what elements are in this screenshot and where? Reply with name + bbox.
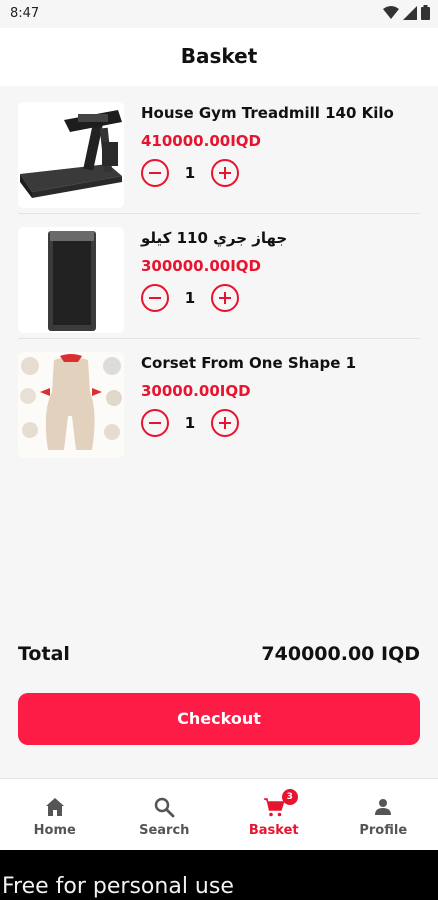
total-row: Total 740000.00 IQD [18, 643, 420, 665]
nav-item-profile[interactable]: Profile [329, 779, 438, 850]
home-icon [45, 798, 64, 816]
corset-image [18, 352, 124, 458]
nav-label: Home [33, 823, 76, 838]
page-title: Basket [180, 44, 258, 68]
treadmill-image [18, 102, 124, 208]
status-icons [383, 5, 430, 20]
nav-label: Basket [248, 823, 299, 838]
total-label: Total [18, 643, 70, 665]
quantity-value: 1 [184, 289, 196, 307]
nav-item-search[interactable]: Search [110, 779, 220, 850]
total-value: 740000.00 IQD [261, 643, 420, 665]
basket-item: Corset From One Shape 1 30000.00IQD 1 [0, 338, 438, 463]
item-name[interactable]: House Gym Treadmill 140 Kilo [141, 104, 394, 122]
item-price: 30000.00IQD [141, 382, 251, 400]
item-name[interactable]: Corset From One Shape 1 [141, 354, 356, 372]
checkout-button[interactable]: Checkout [18, 693, 420, 745]
quantity-value: 1 [184, 164, 196, 182]
plus-button[interactable] [211, 284, 239, 312]
nav-label: Search [139, 823, 190, 838]
status-bar: 8:47 [0, 0, 438, 28]
search-icon [155, 797, 175, 818]
battery-icon [421, 5, 430, 20]
minus-button[interactable] [141, 159, 169, 187]
minus-button[interactable] [141, 409, 169, 437]
item-price: 300000.00IQD [141, 257, 261, 275]
plus-button[interactable] [211, 159, 239, 187]
item-name[interactable]: جهاز جري 110 كيلو [141, 229, 287, 247]
nav-label: Profile [359, 823, 408, 838]
app-bar: Basket [0, 28, 438, 86]
item-price: 410000.00IQD [141, 132, 261, 150]
minus-button[interactable] [141, 284, 169, 312]
nav-item-basket[interactable]: 3 Basket [219, 779, 329, 850]
cart-count-badge: 3 [281, 789, 298, 805]
watermark: Free for personal use [2, 874, 234, 899]
basket-item: جهاز جري 110 كيلو 300000.00IQD 1 [0, 213, 438, 338]
signal-icon [403, 5, 417, 20]
quantity-stepper: 1 [141, 158, 239, 188]
person-icon [375, 799, 392, 815]
quantity-stepper: 1 [141, 283, 239, 313]
nav-item-home[interactable]: Home [0, 779, 110, 850]
bottom-nav: Home Search 3 Basket Profile [0, 778, 438, 850]
plus-button[interactable] [211, 409, 239, 437]
treadmill-topview-image [18, 227, 124, 333]
basket-list: House Gym Treadmill 140 Kilo 410000.00IQ… [0, 88, 438, 463]
status-time: 8:47 [10, 6, 40, 21]
quantity-value: 1 [184, 414, 196, 432]
quantity-stepper: 1 [141, 408, 239, 438]
wifi-icon [383, 5, 399, 19]
basket-item: House Gym Treadmill 140 Kilo 410000.00IQ… [0, 88, 438, 213]
